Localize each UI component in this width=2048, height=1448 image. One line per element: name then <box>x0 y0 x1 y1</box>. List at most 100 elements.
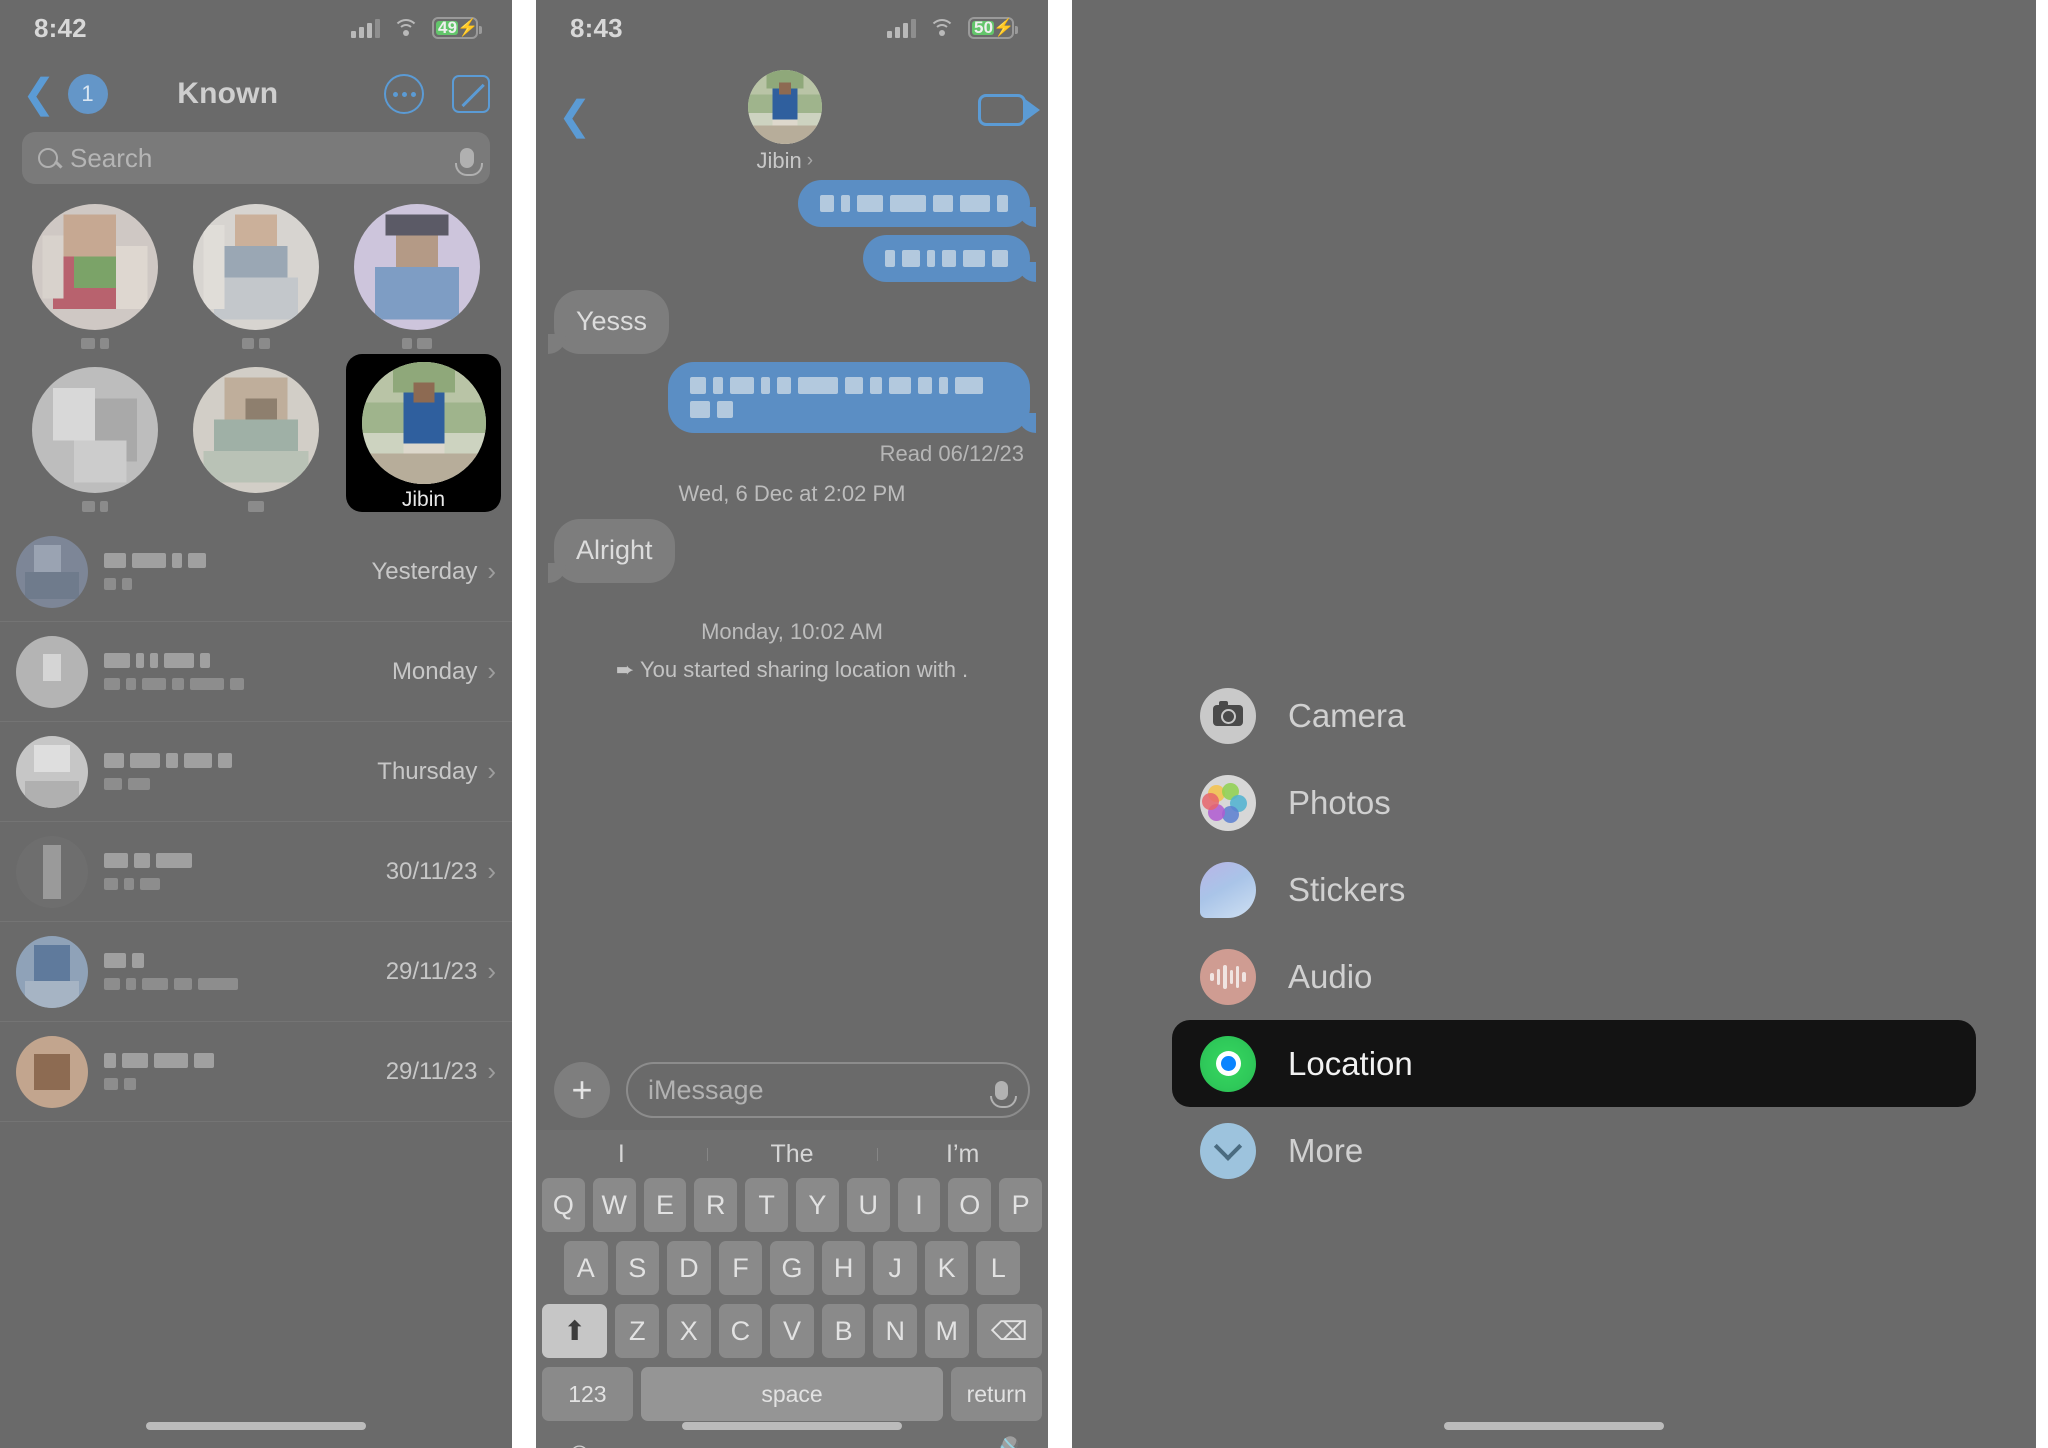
chevron-right-icon: › <box>806 150 814 171</box>
read-receipt: Read 06/12/23 <box>879 440 1024 466</box>
microphone-icon[interactable]: 🎤 <box>983 1436 1020 1448</box>
battery-percent: 49 <box>438 18 458 37</box>
menu-item-more[interactable]: More <box>1172 1107 1976 1194</box>
key-e[interactable]: E <box>643 1178 687 1232</box>
predictive-suggestions: I The I’m <box>536 1130 1048 1178</box>
suggestion-item[interactable]: The <box>706 1140 878 1169</box>
menu-item-camera[interactable]: Camera <box>1172 672 1976 759</box>
imessage-input[interactable]: iMessage <box>626 1062 1030 1118</box>
imessage-apps-menu[interactable]: Camera Photos Stickers Audio Location Mo… <box>1172 672 1976 1194</box>
pinned-contact[interactable] <box>175 359 336 512</box>
conversation-row[interactable]: Thursday › <box>0 722 512 822</box>
conversation-row[interactable]: Monday › <box>0 622 512 722</box>
contact-header[interactable]: Jibin › <box>592 70 978 174</box>
ellipsis-circle-icon[interactable] <box>384 74 424 114</box>
microphone-icon[interactable] <box>990 1080 1017 1108</box>
key-c[interactable]: C <box>718 1304 763 1358</box>
key-f[interactable]: F <box>718 1241 763 1295</box>
status-indicators: 50 ⚡ <box>887 17 1018 39</box>
menu-item-stickers[interactable]: Stickers <box>1172 846 1976 933</box>
pinned-contact[interactable] <box>337 196 498 349</box>
avatar <box>16 535 88 608</box>
pinned-contact[interactable] <box>14 359 175 512</box>
menu-item-label: Stickers <box>1288 870 1406 908</box>
key-l[interactable]: L <box>976 1241 1021 1295</box>
message-thread: Yesss Read 06/12/23 Wed, 6 Dec at 2:02 P… <box>536 172 1048 1126</box>
menu-item-photos[interactable]: Photos <box>1172 759 1976 846</box>
compose-icon[interactable] <box>452 75 490 113</box>
conversation-date: 29/11/23 <box>385 1057 478 1085</box>
key-a[interactable]: A <box>563 1241 608 1295</box>
suggestion-item[interactable]: I <box>536 1140 707 1169</box>
conversation-list[interactable]: Yesterday › Monday › Thursday › 30/11/23… <box>0 522 512 1448</box>
menu-item-label: Audio <box>1288 957 1373 995</box>
pinned-contact-jibin-highlighted[interactable]: Jibin <box>346 354 501 512</box>
avatar <box>16 1035 88 1108</box>
suggestion-item[interactable]: I’m <box>877 1140 1048 1169</box>
keyboard: I The I’m Q W E R T Y U I O P A S D F G … <box>536 1130 1048 1448</box>
menu-item-label: Camera <box>1288 696 1406 734</box>
search-input[interactable]: Search <box>22 132 490 184</box>
key-x[interactable]: X <box>667 1304 711 1358</box>
cellular-bars-icon <box>887 18 916 38</box>
shift-up-icon[interactable]: ⬆ <box>542 1304 608 1358</box>
wifi-icon <box>393 18 419 38</box>
pinned-contact[interactable] <box>14 196 175 349</box>
status-time: 8:42 <box>34 12 87 43</box>
emoji-smiley-icon[interactable]: ☺ <box>564 1437 595 1448</box>
conversation-row[interactable]: 29/11/23 › <box>0 922 512 1022</box>
key-v[interactable]: V <box>770 1304 814 1358</box>
message-input-bar: + iMessage <box>536 1050 1048 1130</box>
conversation-row[interactable]: 30/11/23 › <box>0 822 512 922</box>
key-u[interactable]: U <box>846 1178 890 1232</box>
menu-item-label: More <box>1288 1131 1364 1169</box>
numeric-key[interactable]: 123 <box>542 1367 633 1421</box>
menu-item-audio[interactable]: Audio <box>1172 933 1976 1020</box>
key-m[interactable]: M <box>924 1304 969 1358</box>
message-bubble-outgoing <box>798 180 1036 227</box>
conversation-row[interactable]: 29/11/23 › <box>0 1022 512 1122</box>
key-r[interactable]: R <box>694 1178 738 1232</box>
key-n[interactable]: N <box>873 1304 917 1358</box>
redacted-text <box>885 250 1008 267</box>
space-key[interactable]: space <box>640 1367 944 1421</box>
plus-button[interactable]: + <box>554 1062 610 1118</box>
video-camera-icon[interactable] <box>978 94 1040 126</box>
key-q[interactable]: Q <box>542 1178 585 1232</box>
conversation-text <box>104 953 370 990</box>
key-j[interactable]: J <box>873 1241 917 1295</box>
location-icon <box>1200 1035 1256 1092</box>
key-p[interactable]: P <box>999 1178 1042 1232</box>
message-bubble-outgoing <box>668 361 1036 433</box>
status-indicators: 49 ⚡ <box>351 17 482 39</box>
key-s[interactable]: S <box>615 1241 660 1295</box>
key-o[interactable]: O <box>948 1178 992 1232</box>
key-z[interactable]: Z <box>615 1304 660 1358</box>
redacted-text <box>820 195 1008 212</box>
search-placeholder: Search <box>70 142 153 173</box>
backspace-icon[interactable]: ⌫ <box>976 1304 1042 1358</box>
menu-item-location[interactable]: Location <box>1172 1020 1976 1107</box>
conversation-name-redacted <box>104 553 355 568</box>
key-k[interactable]: K <box>924 1241 969 1295</box>
microphone-icon[interactable] <box>455 148 483 176</box>
charging-bolt-icon: ⚡ <box>457 18 479 37</box>
pinned-contact[interactable] <box>175 196 336 349</box>
key-w[interactable]: W <box>592 1178 636 1232</box>
conversation-row[interactable]: Yesterday › <box>0 522 512 622</box>
conversation-preview-redacted <box>104 578 355 590</box>
key-i[interactable]: I <box>897 1178 941 1232</box>
back-icon[interactable]: ❮ <box>22 74 56 114</box>
chevron-right-icon: › <box>487 956 496 986</box>
key-y[interactable]: Y <box>796 1178 839 1232</box>
key-d[interactable]: D <box>667 1241 711 1295</box>
avatar <box>747 70 822 144</box>
key-h[interactable]: H <box>821 1241 866 1295</box>
home-indicator <box>1444 1422 1664 1430</box>
key-b[interactable]: B <box>821 1304 866 1358</box>
return-key[interactable]: return <box>951 1367 1042 1421</box>
nav-actions <box>384 74 490 114</box>
key-t[interactable]: T <box>745 1178 788 1232</box>
key-g[interactable]: G <box>770 1241 814 1295</box>
back-icon[interactable]: ❮ <box>558 96 592 136</box>
